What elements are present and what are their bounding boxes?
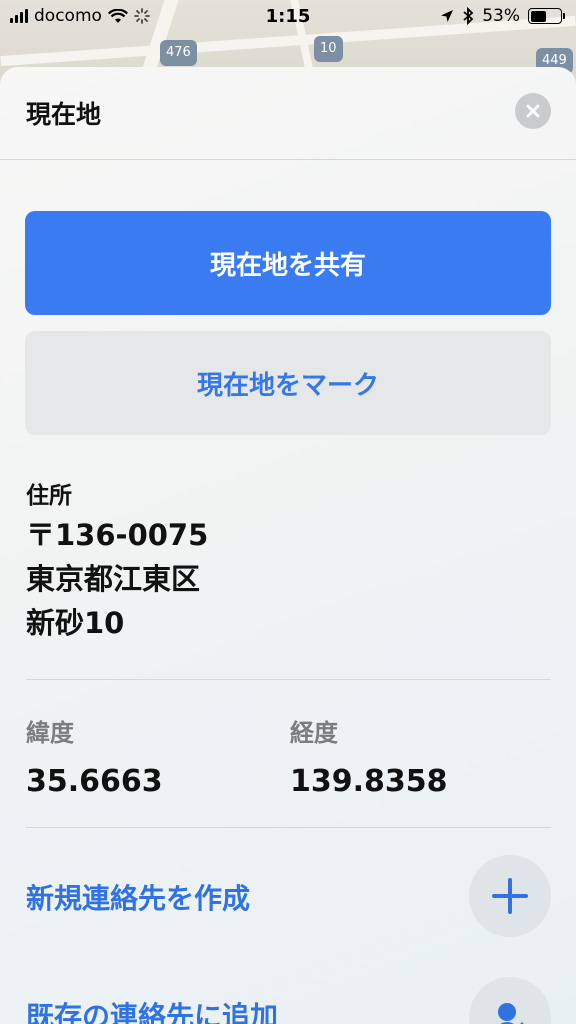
bluetooth-icon — [463, 7, 474, 25]
battery-fill — [530, 10, 546, 22]
route-shield: 476 — [160, 40, 197, 66]
location-arrow-icon — [441, 10, 454, 22]
latitude-label: 緯度 — [26, 719, 74, 747]
address-postal-code: 〒136-0075 — [26, 518, 209, 552]
divider — [26, 827, 551, 828]
longitude-value: 139.8358 — [290, 764, 448, 799]
status-bar: docomo 1:15 53% — [0, 0, 576, 34]
mark-location-button[interactable]: 現在地をマーク — [25, 331, 551, 435]
share-location-button[interactable]: 現在地を共有 — [25, 211, 551, 315]
close-icon — [526, 104, 540, 118]
create-contact-link[interactable]: 新規連絡先を作成 — [26, 877, 250, 917]
longitude-label: 経度 — [290, 719, 338, 747]
battery-percent: 53% — [482, 6, 520, 26]
divider — [26, 679, 551, 680]
address-street: 新砂10 — [26, 606, 125, 640]
add-to-contact-link[interactable]: 既存の連絡先に追加 — [26, 995, 278, 1024]
address-label: 住所 — [26, 483, 72, 509]
battery-icon — [528, 8, 565, 24]
status-right: 53% — [440, 6, 565, 26]
latitude-value: 35.6663 — [26, 764, 163, 799]
add-to-contact-button[interactable] — [469, 977, 551, 1024]
close-button[interactable] — [515, 93, 551, 129]
plus-icon — [492, 878, 528, 914]
address-ward: 東京都江東区 — [26, 562, 201, 596]
sheet-title: 現在地 — [26, 100, 102, 129]
sheet-header: 現在地 — [0, 67, 576, 160]
address-block[interactable]: 住所 〒136-0075 東京都江東区 新砂10 — [26, 479, 208, 645]
route-shield: 10 — [314, 36, 343, 62]
location-sheet: 現在地 現在地を共有 現在地をマーク 住所 〒136-0075 東京都江東区 新… — [0, 67, 576, 1024]
create-contact-button[interactable] — [469, 855, 551, 937]
longitude-block[interactable]: 経度 139.8358 — [290, 715, 448, 805]
add-contact-icon — [498, 1003, 524, 1024]
latitude-block[interactable]: 緯度 35.6663 — [26, 715, 163, 805]
